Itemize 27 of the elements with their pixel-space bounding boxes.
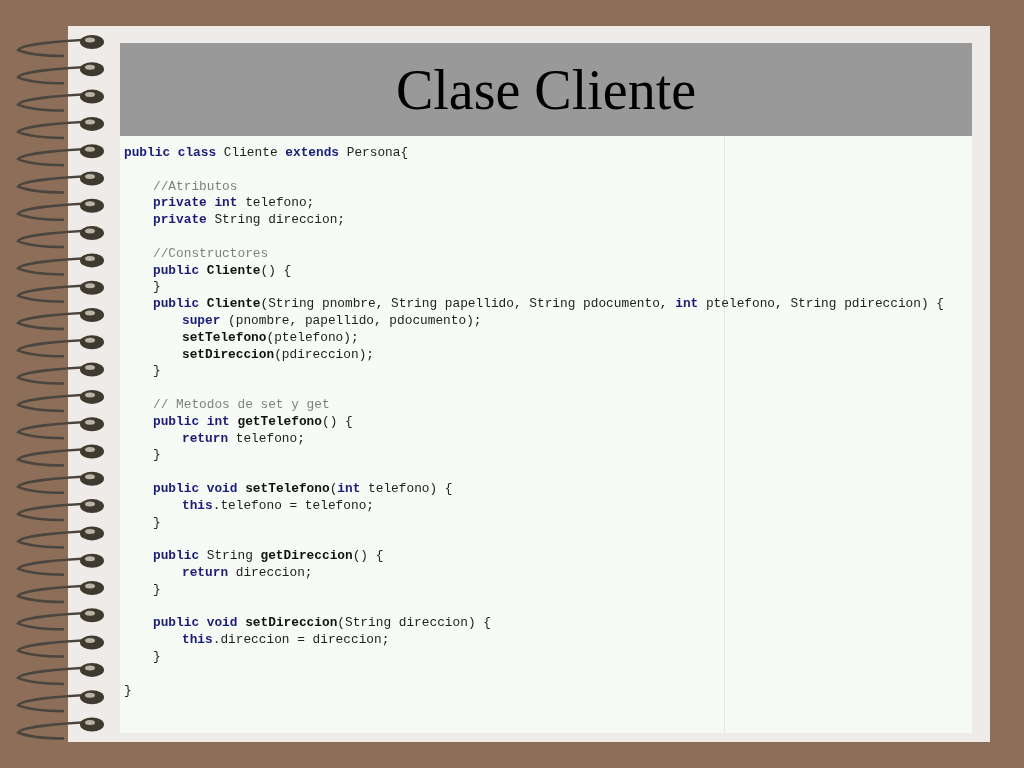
code-line: public Cliente() { xyxy=(153,262,292,280)
code-line: setDireccion(pdireccion); xyxy=(182,346,374,364)
code-line: //Constructores xyxy=(153,245,269,263)
code-line: } xyxy=(153,279,161,297)
code-line: this.telefono = telefono; xyxy=(182,497,374,515)
code-line: } xyxy=(153,581,161,599)
code-line: return direccion; xyxy=(182,564,313,582)
code-line: public int getTelefono() { xyxy=(153,413,353,431)
slide-title: Clase Cliente xyxy=(395,57,697,122)
code-line: public String getDireccion() { xyxy=(153,548,384,565)
code-line: } xyxy=(153,363,161,381)
code-line: this.direccion = direccion; xyxy=(182,632,390,649)
code-line: public Cliente(String pnombre, String papellido, String pdocumento, int ptelefono, String pdireccion) { xyxy=(153,296,944,313)
code-line: //Atributos xyxy=(153,178,238,196)
code-line: } xyxy=(124,682,132,700)
code-line: } xyxy=(153,447,161,465)
code-line: private String direccion; xyxy=(153,212,345,229)
code-line: setTelefono(ptelefono); xyxy=(182,329,359,347)
code-line: public class Cliente extends Persona{ xyxy=(124,145,409,162)
code-line: public void setDireccion(String direccion) { xyxy=(153,615,491,633)
code-line: super (pnombre, papellido, pdocumento); xyxy=(182,312,482,330)
code-line: private int telefono; xyxy=(153,195,315,213)
code-line: // Metodos de set y get xyxy=(153,396,330,414)
code-line: return telefono; xyxy=(182,430,305,448)
code-line: public void setTelefono(int telefono) { xyxy=(153,480,453,498)
code-line: } xyxy=(153,514,161,532)
code-line: } xyxy=(153,648,161,666)
